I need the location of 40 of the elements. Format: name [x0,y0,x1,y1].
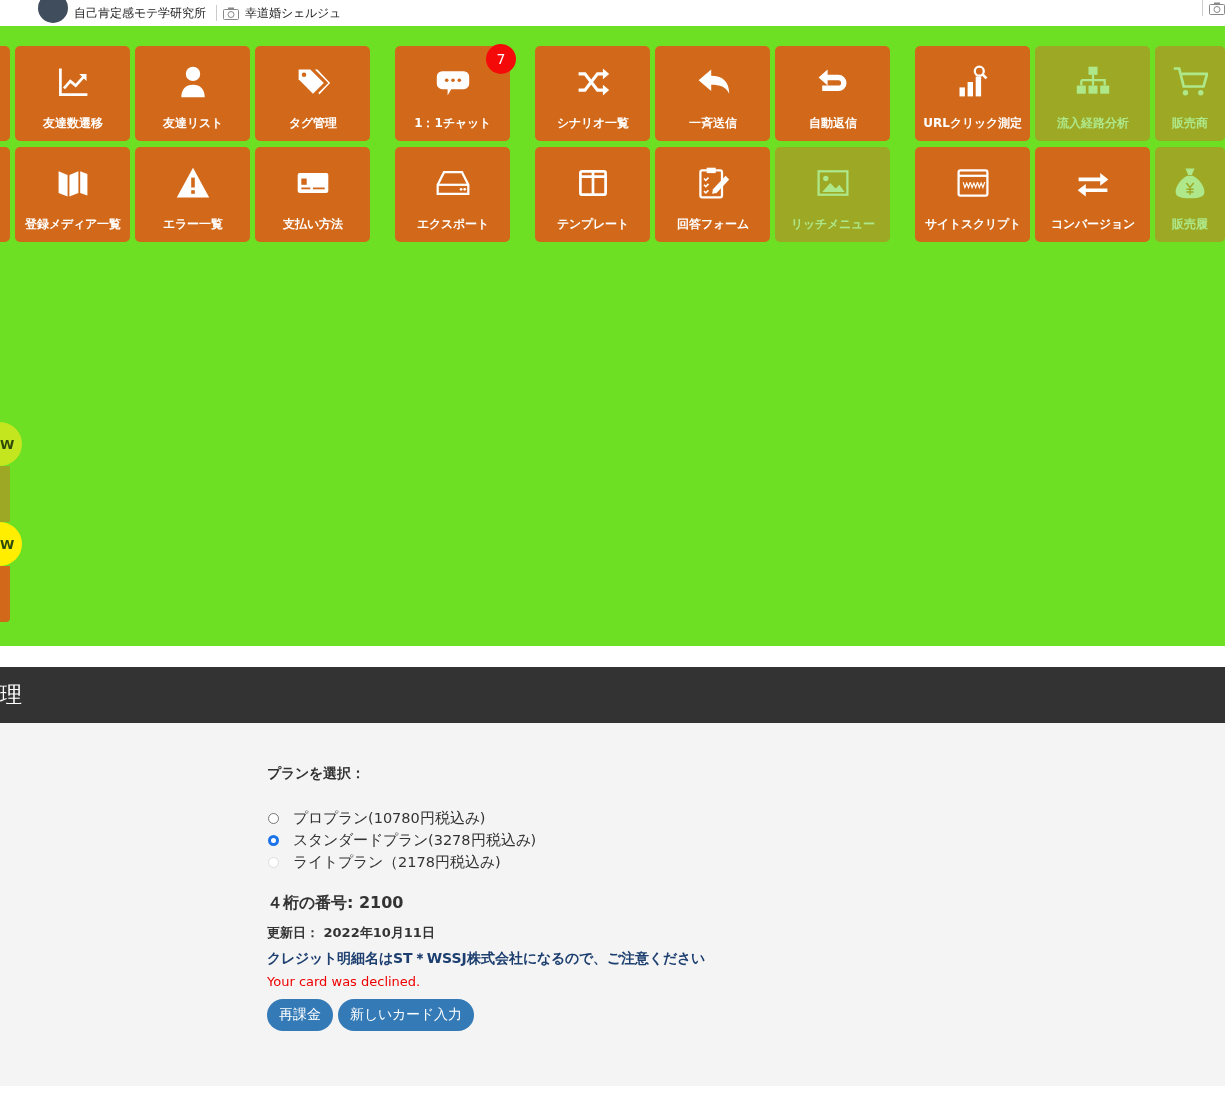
menu-tile[interactable]: コンバージョン [1035,147,1150,242]
plan-radio[interactable] [268,834,279,846]
menu-tile[interactable]: 登録メディア一覧 [15,147,130,242]
menu-tile[interactable]: 自動返信 [775,46,890,141]
menu-tile[interactable]: 回答フォーム [655,147,770,242]
camera-icon [1209,1,1225,15]
menu-tile[interactable]: URLクリック測定 [915,46,1030,141]
camera-icon [223,6,239,20]
side-tab[interactable] [0,566,10,622]
billing-notice: クレジット明細名はST＊WSSJ株式会社になるので、ご注意ください [267,950,706,968]
card-digits: ４桁の番号: 2100 [267,893,405,914]
menu-tile[interactable] [0,147,10,242]
account-name[interactable]: 自己肯定感モテ学研究所 [74,4,206,22]
action-button[interactable]: 再課金 [267,999,333,1031]
menu-tile[interactable] [0,46,10,141]
notification-badge: 7 [486,44,516,74]
section-title: 理 [0,681,22,709]
menu-tile[interactable]: 友達数遷移 [15,46,130,141]
menu-tile[interactable]: タグ管理 [255,46,370,141]
menu-tile[interactable]: エラー一覧 [135,147,250,242]
menu-tile[interactable]: 一斉送信 [655,46,770,141]
new-badge: W [0,522,22,566]
updated-date: 更新日： 2022年10月11日 [267,924,436,942]
error-message: Your card was declined. [267,974,422,989]
plan-label: プランを選択： [267,765,366,783]
menu-tile[interactable]: 友達リスト [135,46,250,141]
plan-option-label: スタンダードプラン(3278円税込み) [293,830,537,850]
plan-radio[interactable] [268,812,279,824]
menu-tile[interactable]: エクスポート [395,147,510,242]
menu-tile[interactable]: サイトスクリプト [915,147,1030,242]
new-badge: W [0,422,22,466]
side-tab[interactable] [0,466,10,522]
account-name[interactable]: 幸道婚シェルジュ [245,4,341,22]
action-button[interactable]: 新しいカード入力 [338,999,474,1031]
plan-option-label: プロプラン(10780円税込み) [293,808,486,828]
menu-tile[interactable]: シナリオ一覧 [535,46,650,141]
plan-option-label: ライトプラン（2178円税込み) [293,852,501,872]
menu-tile[interactable]: テンプレート [535,147,650,242]
avatar-icon [38,0,68,23]
menu-tile[interactable]: 支払い方法 [255,147,370,242]
